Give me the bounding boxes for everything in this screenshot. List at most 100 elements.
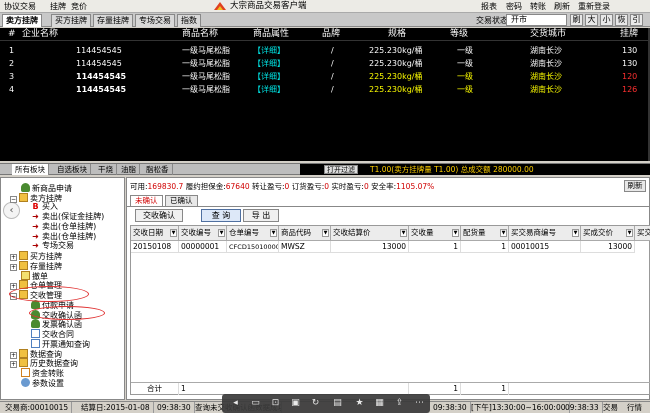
sidebar-item-label: 资金转账 <box>32 369 64 378</box>
tab-unconfirmed[interactable]: 未确认 <box>130 195 163 206</box>
menu-listing[interactable]: 挂牌 <box>50 1 66 12</box>
dropdown-icon[interactable]: ▼ <box>572 229 579 237</box>
col-attribute[interactable]: 商品属性 <box>253 28 289 41</box>
trade-link[interactable]: 交易 <box>600 402 621 413</box>
dropdown-icon[interactable]: ▼ <box>218 229 225 237</box>
tab-confirmed[interactable]: 已确认 <box>165 195 198 206</box>
col-brand[interactable]: 品牌 <box>322 28 340 41</box>
menu-relogin[interactable]: 重新登录 <box>578 1 610 12</box>
quote-button[interactable]: 引 <box>630 14 643 26</box>
dropdown-icon[interactable]: ▼ <box>452 229 459 237</box>
table-row[interactable]: 4 114454545 一级马尾松脂 【详细】 / 225.230kg/桶 一级… <box>0 83 650 96</box>
menu-bidding[interactable]: 竞价 <box>71 1 87 12</box>
sidebar-item-buy[interactable]: B 买入 <box>31 202 58 212</box>
fit-icon[interactable]: ▭ <box>250 398 261 409</box>
enlarge-button[interactable]: 大 <box>585 14 598 26</box>
detail-link[interactable]: 【详细】 <box>253 44 285 57</box>
zoom-icon[interactable]: ⊡ <box>270 398 281 409</box>
tab-special-trade[interactable]: 专场交易 <box>135 14 175 27</box>
tab-seller-listing[interactable]: 卖方挂牌 <box>2 14 42 27</box>
col-spec[interactable]: 规格 <box>388 28 406 41</box>
refresh-button[interactable]: 刷新 <box>624 180 646 192</box>
export-button[interactable]: 导 出 <box>243 209 279 222</box>
menu-password[interactable]: 密码 <box>506 1 522 12</box>
tab-buyer-listing[interactable]: 买方挂牌 <box>51 14 91 27</box>
more-icon[interactable]: ⋯ <box>414 398 425 409</box>
favorite-icon[interactable]: ★ <box>354 398 365 409</box>
table-row[interactable]: 2 114454545 一级马尾松脂 【详细】 / 225.230kg/桶 一级… <box>0 57 650 70</box>
col-delivery-id[interactable]: 交收编号 ▼ <box>179 226 227 241</box>
restore-button[interactable]: 恢 <box>615 14 628 26</box>
sidebar-item-special-trade[interactable]: ➜ 专场交易 <box>31 241 74 251</box>
rotate-icon[interactable]: ↻ <box>310 398 321 409</box>
sidebar-item-settings[interactable]: 参数设置 <box>21 378 64 389</box>
dropdown-icon[interactable]: ▼ <box>626 229 633 237</box>
menu-transfer[interactable]: 转账 <box>530 1 546 12</box>
col-company[interactable]: 企业名称 <box>22 28 58 41</box>
back-arrow-icon[interactable]: ‹ <box>3 202 20 219</box>
cell-delivery-date[interactable]: 20150108 <box>131 241 179 253</box>
col-warehouse-id[interactable]: 仓单编号 ▼ <box>227 226 279 241</box>
cell-warehouse-id[interactable]: CFCD15010000 <box>227 241 279 253</box>
dropdown-icon[interactable]: ▼ <box>170 229 177 237</box>
dropdown-icon[interactable]: ▼ <box>270 229 277 237</box>
tab-dry-burn[interactable]: 干烧 <box>95 164 117 175</box>
sidebar-item-sell-margin[interactable]: ➜ 卖出(保证金挂牌) <box>31 212 104 222</box>
cell-delivery-id[interactable]: 00000001 <box>179 241 227 253</box>
col-delivery-date[interactable]: 交收日期 ▼ <box>131 226 179 241</box>
col-city[interactable]: 交货城市 <box>530 28 566 41</box>
grid-icon[interactable]: ▦ <box>374 398 385 409</box>
filter-button[interactable]: 打开过滤 <box>324 165 358 174</box>
tab-stock-listing[interactable]: 存量挂牌 <box>93 14 133 27</box>
refresh-button[interactable]: 刷 <box>570 14 583 26</box>
tab-index[interactable]: 指数 <box>177 14 201 27</box>
cell-buyer-id[interactable]: 00010015 <box>509 241 581 253</box>
detail-link[interactable]: 【详细】 <box>253 57 285 70</box>
col-buy-more[interactable]: 买交 <box>635 226 650 241</box>
cell-delivery-qty[interactable]: 1 <box>409 241 461 253</box>
col-settle-price[interactable]: 交收结算价 ▼ <box>331 226 409 241</box>
collapse-icon[interactable]: − <box>10 196 17 203</box>
table-row[interactable]: 1 114454545 一级马尾松脂 【详细】 / 225.230kg/桶 一级… <box>0 44 650 57</box>
col-buyer-id[interactable]: 买交易商编号 ▼ <box>509 226 581 241</box>
col-index[interactable]: # <box>8 28 16 41</box>
query-button[interactable]: 查 询 <box>201 209 241 222</box>
table-row[interactable]: 3 114454545 一级马尾松脂 【详细】 / 225.230kg/桶 一级… <box>0 70 650 83</box>
menu-refresh[interactable]: 刷新 <box>554 1 570 12</box>
share-icon[interactable]: ⇪ <box>394 398 405 409</box>
col-allocated-qty[interactable]: 配货量 ▼ <box>461 226 509 241</box>
cell-product-code[interactable]: MWSZ <box>279 241 331 253</box>
cell-buy-price[interactable]: 13000 <box>581 241 635 253</box>
sidebar-item-sell-warehouse[interactable]: ➜ 卖出(仓单挂牌) <box>31 222 96 232</box>
tab-rosin[interactable]: 脂松香 <box>143 164 173 175</box>
menu-protocol-trade[interactable]: 协议交易 <box>4 1 36 12</box>
actual-size-icon[interactable]: ▣ <box>290 398 301 409</box>
quote-link[interactable]: 行情 <box>624 402 645 413</box>
detail-link[interactable]: 【详细】 <box>253 83 285 96</box>
tab-oil[interactable]: 油脂 <box>118 164 140 175</box>
expand-icon[interactable]: + <box>10 361 17 368</box>
expand-icon[interactable]: + <box>10 264 17 271</box>
cell-allocated-qty[interactable]: 1 <box>461 241 509 253</box>
dropdown-icon[interactable]: ▼ <box>500 229 507 237</box>
prev-icon[interactable]: ◂ <box>230 398 241 409</box>
detail-link[interactable]: 【详细】 <box>253 70 285 83</box>
tab-all-boards[interactable]: 所有板块 <box>12 164 49 175</box>
col-buy-price[interactable]: 买成交价 ▼ <box>581 226 635 241</box>
col-product[interactable]: 商品名称 <box>182 28 218 41</box>
dropdown-icon[interactable]: ▼ <box>400 229 407 237</box>
account-summary: 可用:169830.7 履约担保金:67640 转让盈亏:0 订货盈亏:0 实时… <box>130 182 434 192</box>
confirm-delivery-button[interactable]: 交收确认 <box>135 209 183 222</box>
dropdown-icon[interactable]: ▼ <box>322 229 329 237</box>
col-delivery-qty[interactable]: 交收量 ▼ <box>409 226 461 241</box>
sidebar-item-label: 卖出(仓单挂牌) <box>42 222 97 231</box>
menu-report[interactable]: 报表 <box>481 1 497 12</box>
save-icon[interactable]: ▤ <box>332 398 343 409</box>
tab-custom-board[interactable]: 自选板块 <box>54 164 91 175</box>
cell-settle-price[interactable]: 13000 <box>331 241 409 253</box>
col-grade[interactable]: 等级 <box>450 28 468 41</box>
shrink-button[interactable]: 小 <box>600 14 613 26</box>
expand-icon[interactable]: + <box>10 254 17 261</box>
col-listing[interactable]: 挂牌 <box>620 28 638 41</box>
col-product-code[interactable]: 商品代码 ▼ <box>279 226 331 241</box>
